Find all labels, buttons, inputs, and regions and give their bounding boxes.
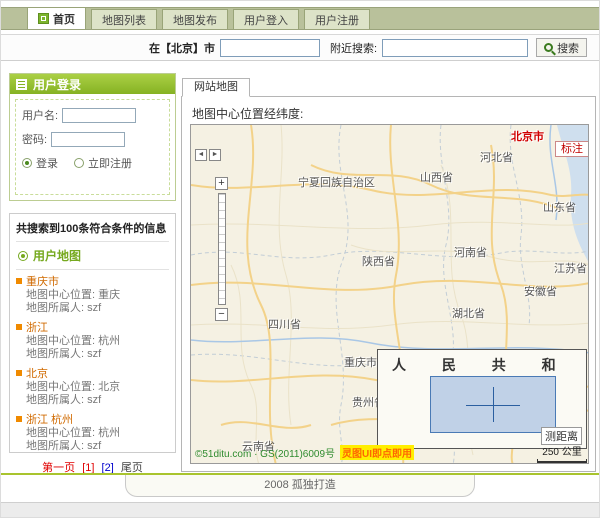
search-button[interactable]: 搜索 [536, 38, 587, 57]
list-item: 重庆市 地图中心位置: 重庆 地图所属人: szf [16, 270, 169, 316]
search-bar: 在【北京】市 附近搜索: 搜索 [1, 34, 599, 61]
pan-left-button[interactable]: ◄ [195, 149, 207, 161]
result-center: 地图中心位置: 杭州 [16, 335, 169, 348]
result-center: 地图中心位置: 重庆 [16, 289, 169, 302]
result-owner: 地图所属人: szf [16, 302, 169, 315]
group-radio-icon [18, 251, 28, 261]
promo-link[interactable]: 灵图UI即点即用 [340, 445, 414, 460]
tab-home-label: 首页 [53, 11, 75, 27]
result-title-link[interactable]: 北京 [16, 365, 169, 381]
tab-user-login-label: 用户登入 [244, 12, 288, 28]
login-panel-header: 用户登录 [10, 74, 175, 94]
login-form: 用户名: 密码: 登录 立即注册 [15, 99, 170, 195]
map-marker-beijing[interactable]: 北京市 [511, 128, 544, 144]
password-label: 密码: [22, 131, 47, 147]
list-icon [16, 79, 27, 90]
copyright-text: ©51ditu.com · GS(2011)6009号 [195, 445, 335, 460]
map-copyright: ©51ditu.com · GS(2011)6009号 灵图UI即点即用 [195, 445, 414, 460]
result-center: 地图中心位置: 北京 [16, 381, 169, 394]
result-center: 地图中心位置: 杭州 [16, 427, 169, 440]
result-title: 浙江 杭州 [26, 411, 73, 427]
login-radio[interactable] [22, 158, 32, 168]
province-label: 陕西省 [362, 253, 395, 269]
province-label: 宁夏回族自治区 [298, 174, 375, 190]
search-button-label: 搜索 [557, 40, 579, 56]
home-icon [38, 13, 49, 24]
tab-map-list-label: 地图列表 [102, 12, 146, 28]
result-owner: 地图所属人: szf [16, 394, 169, 407]
result-owner: 地图所属人: szf [16, 440, 169, 453]
tab-user-login[interactable]: 用户登入 [233, 9, 299, 29]
result-title: 重庆市 [26, 273, 59, 289]
register-radio-label: 立即注册 [88, 155, 132, 171]
zoom-slider[interactable] [218, 193, 226, 305]
zoom-out-button[interactable]: − [215, 308, 228, 321]
result-title-link[interactable]: 浙江 [16, 319, 169, 335]
results-summary: 共搜索到100条符合条件的信息 [16, 220, 169, 242]
province-label: 重庆市 [344, 354, 377, 370]
login-radio-label: 登录 [36, 155, 58, 171]
province-label: 山东省 [543, 199, 576, 215]
tab-site-map[interactable]: 网站地图 [182, 78, 250, 97]
province-label: 四川省 [268, 316, 301, 332]
list-item: 浙江 杭州 地图中心位置: 杭州 地图所属人: szf [16, 408, 169, 454]
map-scale: 250 公里 [537, 443, 587, 463]
results-panel: 共搜索到100条符合条件的信息 用户地图 重庆市 地图中心位置: 重庆 地图所属… [9, 213, 176, 453]
footer-credit: 2008 孤独打造 [125, 475, 475, 497]
tab-user-register[interactable]: 用户注册 [304, 9, 370, 29]
map-panel: 地图中心位置经纬度: [181, 96, 596, 472]
bullet-icon [16, 370, 22, 376]
register-radio[interactable] [74, 158, 84, 168]
province-label: 江苏省 [554, 260, 587, 276]
nearby-search-input[interactable] [382, 39, 528, 57]
tab-map-publish-label: 地图发布 [173, 12, 217, 28]
tab-home[interactable]: 首页 [27, 7, 86, 29]
result-owner: 地图所属人: szf [16, 348, 169, 361]
list-item: 浙江 地图中心位置: 杭州 地图所属人: szf [16, 316, 169, 362]
result-title: 北京 [26, 365, 48, 381]
tab-map-publish[interactable]: 地图发布 [162, 9, 228, 29]
annotate-button[interactable]: 标注 [555, 141, 589, 157]
list-item: 北京 地图中心位置: 北京 地图所属人: szf [16, 362, 169, 408]
page: 首页 地图列表 地图发布 用户登入 用户注册 在【北京】市 附近搜索: 搜索 用… [0, 0, 600, 518]
search-icon [544, 43, 553, 52]
map-canvas[interactable]: 北京市 河北省 山西省 山东省 宁夏回族自治区 陕西省 河南省 江苏省 安徽省 … [190, 124, 589, 464]
overview-inset-map[interactable]: 人 民 共 和 国 测距离 [377, 349, 587, 449]
province-label: 山西省 [420, 169, 453, 185]
inset-country-text: 人 民 共 和 国 [378, 355, 586, 375]
result-title: 浙江 [26, 319, 48, 335]
result-title-link[interactable]: 浙江 杭州 [16, 411, 169, 427]
username-field[interactable] [62, 108, 136, 123]
password-field[interactable] [51, 132, 125, 147]
group-user-maps[interactable]: 用户地图 [16, 242, 169, 270]
tab-user-register-label: 用户注册 [315, 12, 359, 28]
nearby-search-label: 附近搜索: [330, 40, 377, 56]
search-location-label: 在【北京】市 [149, 40, 215, 56]
map-scale-label: 250 公里 [542, 447, 581, 458]
bottom-bar [1, 502, 599, 518]
province-label: 河北省 [480, 149, 513, 165]
province-label: 河南省 [454, 244, 487, 260]
group-user-maps-label: 用户地图 [33, 247, 81, 264]
result-title-link[interactable]: 重庆市 [16, 273, 169, 289]
map-center-coords-label: 地图中心位置经纬度: [192, 105, 303, 122]
inset-viewport-rect[interactable] [430, 376, 556, 433]
login-panel-title: 用户登录 [33, 76, 81, 93]
province-label: 湖北省 [452, 305, 485, 321]
tab-map-list[interactable]: 地图列表 [91, 9, 157, 29]
bullet-icon [16, 278, 22, 284]
map-scale-bar [537, 459, 587, 463]
pan-right-button[interactable]: ► [209, 149, 221, 161]
username-label: 用户名: [22, 107, 58, 123]
top-tab-bar: 首页 地图列表 地图发布 用户登入 用户注册 [1, 7, 599, 30]
province-label: 安徽省 [524, 283, 557, 299]
login-panel: 用户登录 用户名: 密码: 登录 立即注册 [9, 73, 176, 201]
bullet-icon [16, 416, 22, 422]
zoom-in-button[interactable]: + [215, 177, 228, 190]
search-keyword-input[interactable] [220, 39, 320, 57]
bullet-icon [16, 324, 22, 330]
